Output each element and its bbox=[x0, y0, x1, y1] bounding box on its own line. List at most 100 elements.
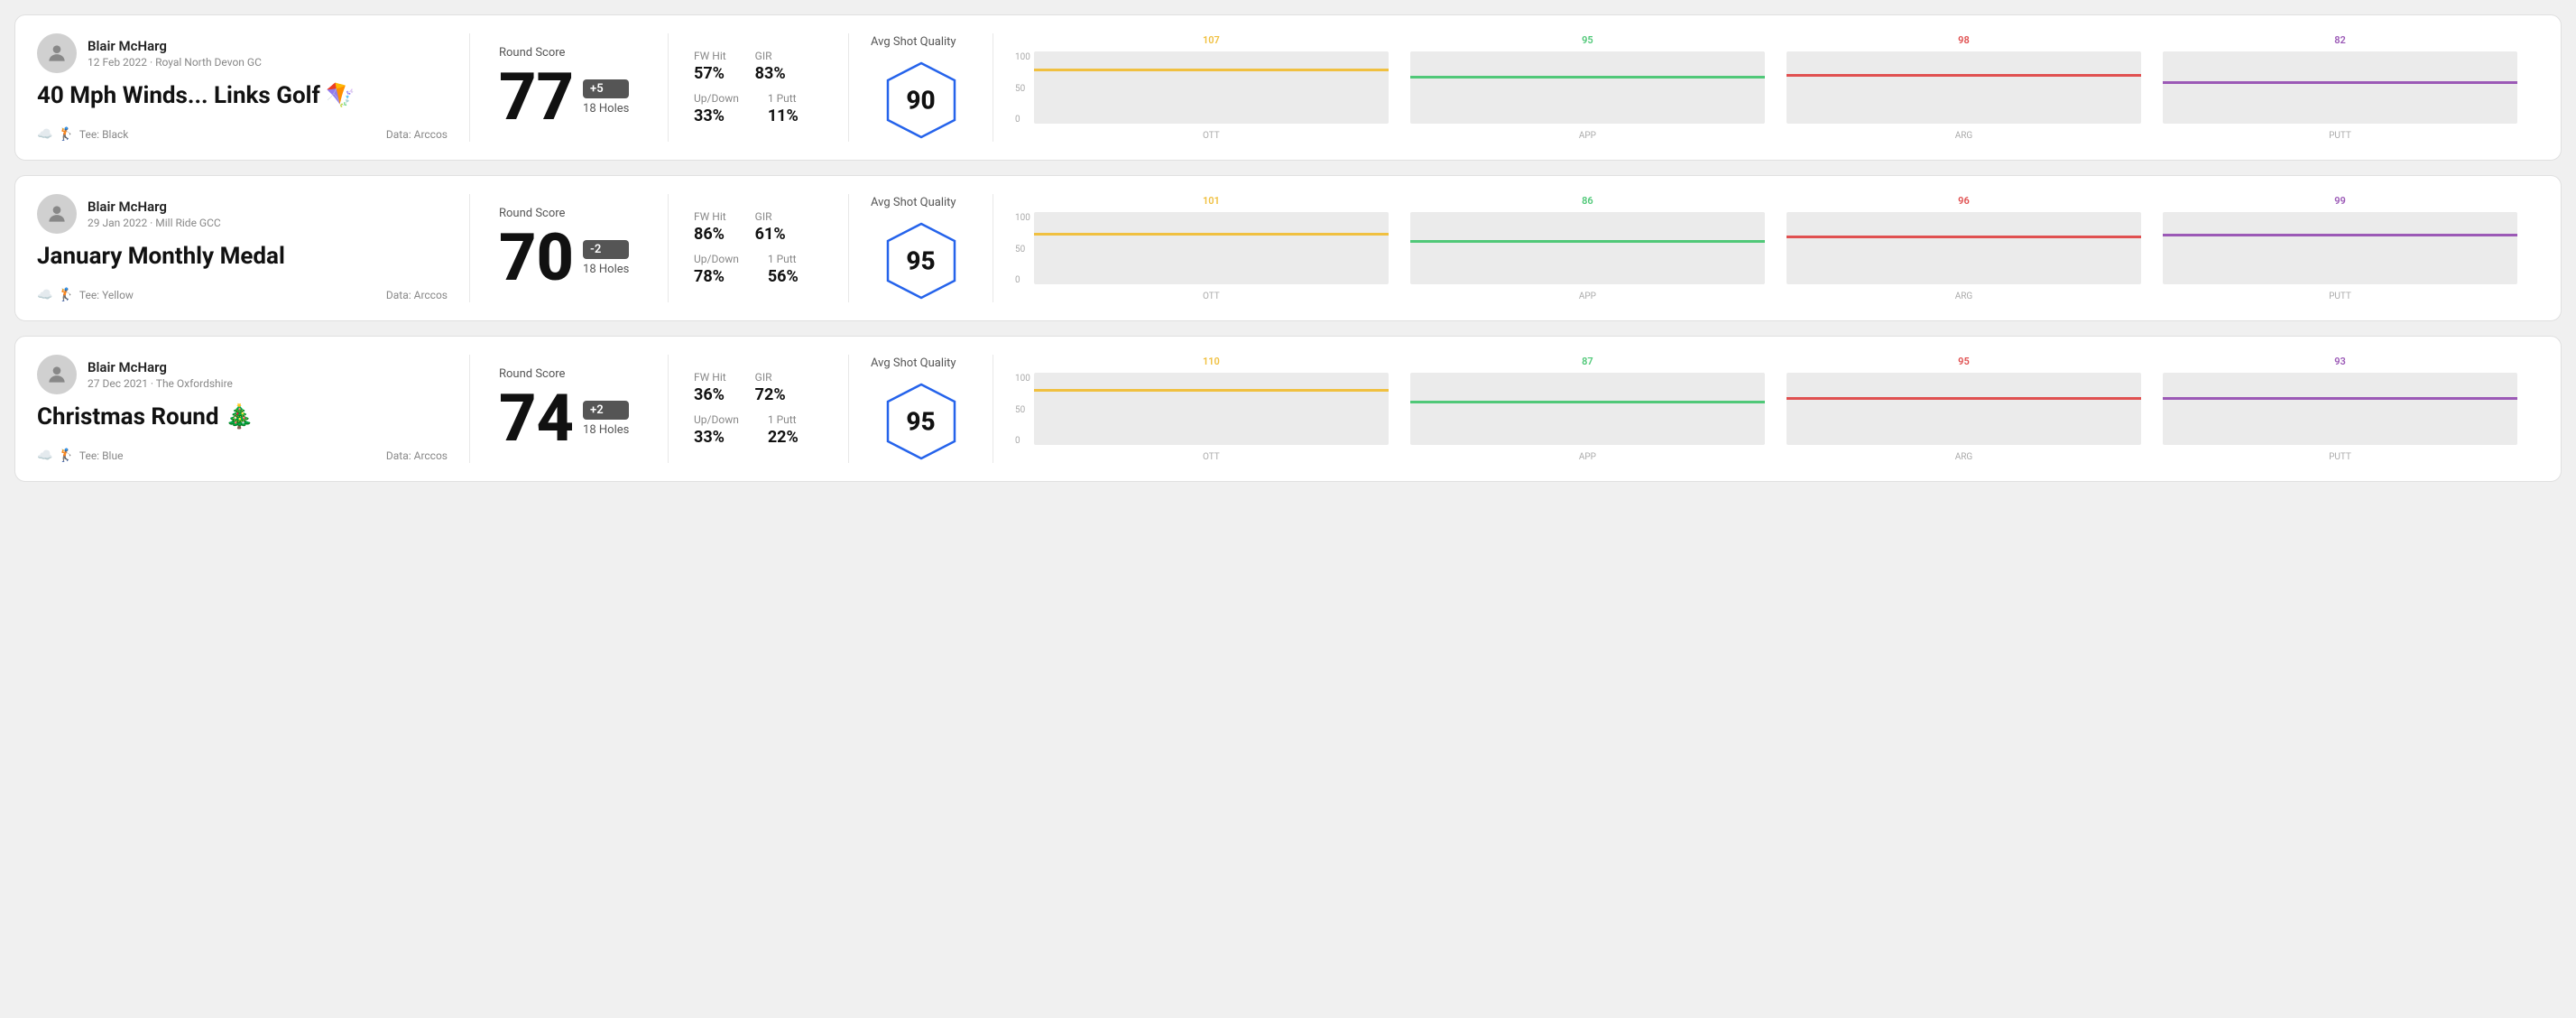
avatar bbox=[37, 33, 77, 73]
bar-marker bbox=[2163, 81, 2517, 84]
bar-x-label: ARG bbox=[1955, 452, 1973, 462]
chart-wrapper: 100 50 0 101 OTT 86 APP 96 bbox=[1015, 195, 2517, 301]
stat-label: Up/Down bbox=[694, 92, 739, 105]
stat-value: 36% bbox=[694, 385, 726, 404]
score-number: 74 bbox=[499, 386, 574, 451]
tee-info: ☁️ 🏌 Tee: Blue bbox=[37, 449, 123, 463]
bar-group-ott: 110 OTT bbox=[1034, 356, 1389, 462]
y-tick-0: 0 bbox=[1015, 275, 1030, 285]
bar-marker bbox=[1034, 389, 1389, 392]
score-label: Round Score bbox=[499, 207, 639, 220]
stat-item: FW Hit 57% bbox=[694, 50, 726, 83]
stats-row-top: FW Hit 57% GIR 83% bbox=[694, 50, 823, 83]
bag-icon: 🏌 bbox=[58, 288, 73, 302]
stat-item: FW Hit 36% bbox=[694, 371, 726, 404]
score-main: 70 -2 18 Holes bbox=[499, 226, 639, 291]
stat-item: Up/Down 33% bbox=[694, 92, 739, 125]
bar-marker bbox=[1410, 401, 1765, 403]
score-main: 74 +2 18 Holes bbox=[499, 386, 639, 451]
score-badge-col: +2 18 Holes bbox=[583, 401, 629, 437]
bar-group-arg: 96 ARG bbox=[1787, 195, 2141, 301]
hexagon: 90 bbox=[881, 60, 962, 141]
bar-container bbox=[2163, 212, 2517, 284]
tee-info: ☁️ 🏌 Tee: Yellow bbox=[37, 288, 134, 302]
user-info: Blair McHarg 29 Jan 2022 · Mill Ride GCC bbox=[88, 199, 221, 229]
chart-section: 100 50 0 110 OTT 87 APP 95 bbox=[993, 355, 2539, 463]
user-row: Blair McHarg 29 Jan 2022 · Mill Ride GCC bbox=[37, 194, 448, 234]
y-tick-100: 100 bbox=[1015, 52, 1030, 62]
y-tick-0: 0 bbox=[1015, 436, 1030, 446]
score-number: 70 bbox=[499, 226, 574, 291]
bar-x-label: ARG bbox=[1955, 292, 1973, 301]
stat-item: 1 Putt 22% bbox=[768, 413, 799, 447]
score-holes: 18 Holes bbox=[583, 102, 629, 116]
y-tick-50: 50 bbox=[1015, 405, 1030, 415]
quality-number: 95 bbox=[906, 406, 935, 436]
stat-item: GIR 83% bbox=[755, 50, 786, 83]
stat-label: 1 Putt bbox=[768, 253, 799, 265]
score-section: Round Score 74 +2 18 Holes bbox=[470, 355, 669, 463]
stat-value: 33% bbox=[694, 428, 739, 447]
avatar bbox=[37, 194, 77, 234]
bag-icon: 🏌 bbox=[58, 127, 73, 142]
stats-section: FW Hit 57% GIR 83% Up/Down 33% 1 Putt 11… bbox=[669, 33, 849, 142]
stat-value: 83% bbox=[755, 64, 786, 83]
stat-label: Up/Down bbox=[694, 413, 739, 426]
chart-bars: 101 OTT 86 APP 96 ARG bbox=[1034, 195, 2517, 301]
bar-x-label: OTT bbox=[1203, 452, 1220, 462]
bag-icon: 🏌 bbox=[58, 449, 73, 463]
bar-x-label: APP bbox=[1579, 452, 1596, 462]
bar-top-value: 86 bbox=[1582, 195, 1593, 207]
stat-value: 22% bbox=[768, 428, 799, 447]
y-axis: 100 50 0 bbox=[1015, 52, 1034, 125]
bar-x-label: OTT bbox=[1203, 131, 1220, 141]
chart-wrapper: 100 50 0 107 OTT 95 APP 98 bbox=[1015, 34, 2517, 141]
stat-value: 78% bbox=[694, 267, 739, 286]
round-card-2: Blair McHarg 29 Jan 2022 · Mill Ride GCC… bbox=[14, 175, 2562, 321]
stat-value: 72% bbox=[755, 385, 786, 404]
bar-container bbox=[1410, 373, 1765, 445]
stat-item: 1 Putt 56% bbox=[768, 253, 799, 286]
card-left-section: Blair McHarg 12 Feb 2022 · Royal North D… bbox=[37, 33, 470, 142]
bar-marker bbox=[1787, 74, 2141, 77]
stat-label: FW Hit bbox=[694, 371, 726, 384]
round-title: January Monthly Medal bbox=[37, 243, 448, 270]
score-section: Round Score 70 -2 18 Holes bbox=[470, 194, 669, 302]
bar-top-value: 82 bbox=[2334, 34, 2346, 46]
stat-item: FW Hit 86% bbox=[694, 210, 726, 244]
stat-label: FW Hit bbox=[694, 210, 726, 223]
bar-top-value: 110 bbox=[1203, 356, 1220, 367]
stat-label: 1 Putt bbox=[768, 92, 799, 105]
user-meta: 29 Jan 2022 · Mill Ride GCC bbox=[88, 217, 221, 229]
data-source: Data: Arccos bbox=[386, 128, 448, 141]
bar-container bbox=[1034, 51, 1389, 124]
bar-marker bbox=[1787, 397, 2141, 400]
quality-number: 90 bbox=[906, 85, 935, 115]
stat-label: GIR bbox=[755, 210, 786, 223]
user-name: Blair McHarg bbox=[88, 359, 233, 375]
user-name: Blair McHarg bbox=[88, 38, 262, 54]
stats-section: FW Hit 86% GIR 61% Up/Down 78% 1 Putt 56… bbox=[669, 194, 849, 302]
user-meta: 12 Feb 2022 · Royal North Devon GC bbox=[88, 56, 262, 69]
quality-label: Avg Shot Quality bbox=[871, 35, 956, 49]
card-left-section: Blair McHarg 27 Dec 2021 · The Oxfordshi… bbox=[37, 355, 470, 463]
bar-container bbox=[1787, 373, 2141, 445]
score-label: Round Score bbox=[499, 46, 639, 60]
user-info: Blair McHarg 12 Feb 2022 · Royal North D… bbox=[88, 38, 262, 69]
chart-bars: 107 OTT 95 APP 98 ARG bbox=[1034, 34, 2517, 141]
user-name: Blair McHarg bbox=[88, 199, 221, 215]
quality-score: 95 bbox=[906, 406, 935, 436]
quality-section: Avg Shot Quality 90 bbox=[849, 33, 993, 142]
stats-row-bottom: Up/Down 33% 1 Putt 22% bbox=[694, 413, 823, 447]
weather-icon: ☁️ bbox=[37, 449, 52, 463]
bar-top-value: 101 bbox=[1203, 195, 1220, 207]
bar-container bbox=[2163, 373, 2517, 445]
score-main: 77 +5 18 Holes bbox=[499, 65, 639, 130]
bar-group-app: 95 APP bbox=[1410, 34, 1765, 141]
score-number: 77 bbox=[499, 65, 574, 130]
stats-row-bottom: Up/Down 78% 1 Putt 56% bbox=[694, 253, 823, 286]
round-title: Christmas Round 🎄 bbox=[37, 403, 448, 430]
bar-x-label: ARG bbox=[1955, 131, 1973, 141]
score-badge-col: -2 18 Holes bbox=[583, 240, 629, 276]
avatar bbox=[37, 355, 77, 394]
